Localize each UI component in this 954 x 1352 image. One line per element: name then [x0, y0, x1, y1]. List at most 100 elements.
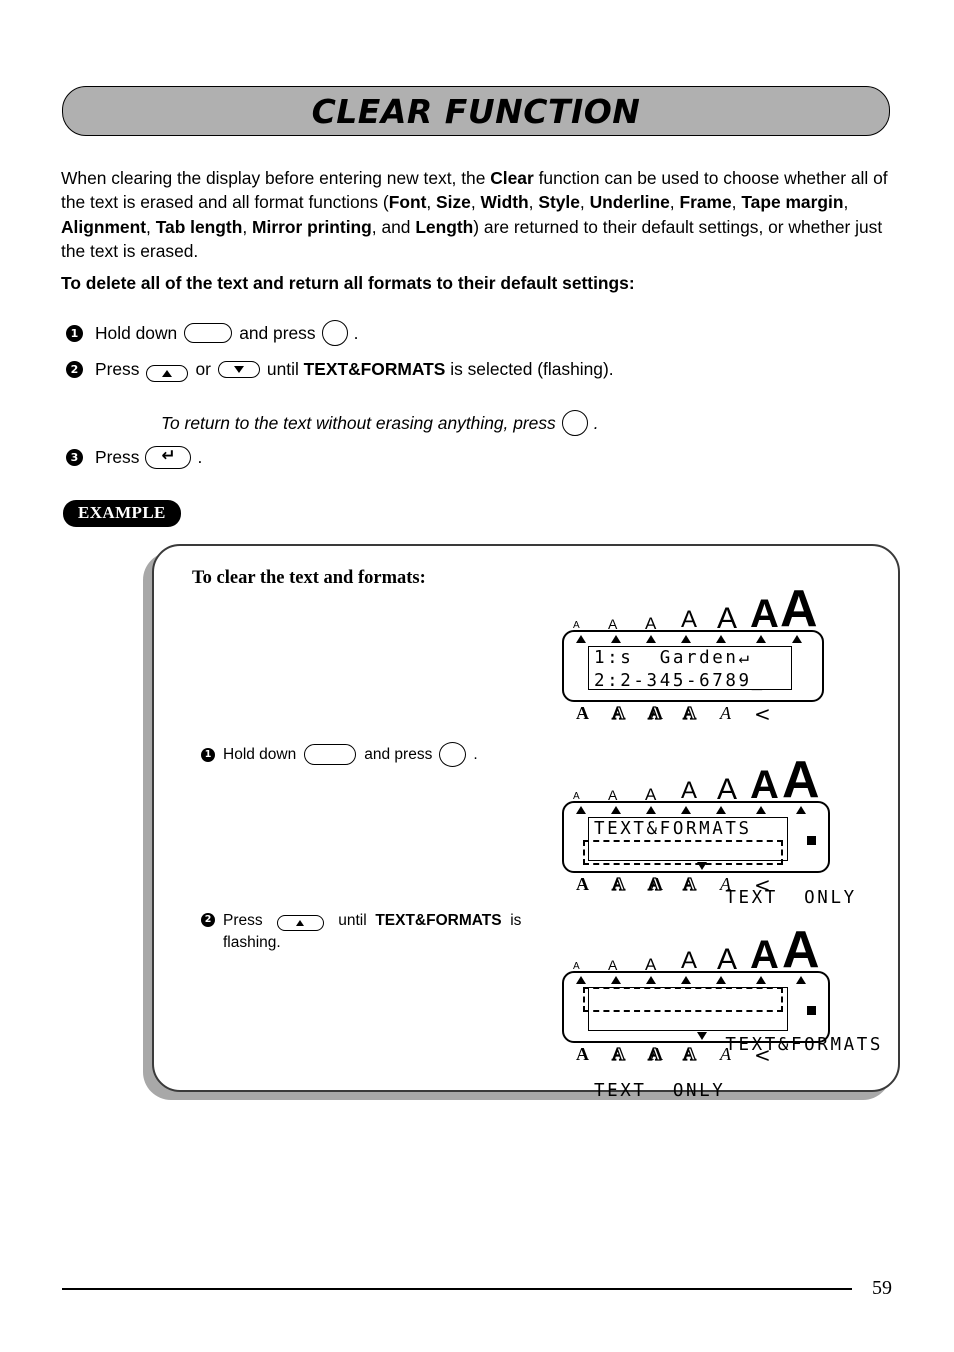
- size-indicator-6: A: [750, 591, 779, 636]
- size-indicator-3: A: [645, 613, 657, 633]
- clear-key-icon[interactable]: [439, 742, 467, 767]
- example-step-1-text-c: .: [473, 745, 478, 763]
- size-indicator-5: A: [717, 942, 738, 976]
- example-heading: To clear the text and formats:: [192, 568, 426, 588]
- lcd-line-1-label: 1:: [594, 648, 621, 668]
- size-indicator-6: A: [750, 762, 779, 807]
- style-indicator-shadow: A: [647, 1044, 661, 1064]
- clear-key-icon[interactable]: [561, 410, 588, 436]
- size-indicator-7: A: [782, 921, 820, 980]
- format-tab-length: Tab length: [155, 216, 243, 237]
- clear-bold: Clear: [490, 168, 534, 188]
- code-key-icon[interactable]: [304, 744, 357, 765]
- style-indicator-outline-shadow: A: [682, 1044, 696, 1064]
- example-step-2-text-c: is: [510, 912, 522, 929]
- lcd-marker-4: [681, 635, 691, 643]
- lcd-marker-7: [796, 806, 806, 814]
- size-indicator-4: A: [681, 606, 698, 634]
- size-indicator-6: A: [750, 932, 779, 977]
- lcd-marker-4: [681, 976, 691, 984]
- step-2: 2 Press or until TEXT&FORMATS is selecte…: [66, 359, 614, 382]
- style-indicator-outline-shadow: A: [682, 874, 696, 894]
- example-badge: EXAMPLE: [63, 500, 181, 527]
- lcd-marker-6: [756, 635, 766, 643]
- lcd-line-1-text: s Garden↵: [620, 648, 752, 668]
- size-indicator-1: A: [573, 791, 580, 803]
- lcd-marker-6: [756, 976, 766, 984]
- lcd-marker-4: [681, 806, 691, 814]
- step-1-text-b: and press: [239, 322, 316, 343]
- example-step-1-text-b: and press: [364, 745, 433, 763]
- lcd-line-2-label: 2:: [594, 671, 621, 691]
- lcd-line-2: TEXT ONLY: [594, 1081, 726, 1101]
- intro-text-a: When clearing the display before enterin…: [61, 168, 491, 188]
- step-3: 3 Press ↵ .: [66, 446, 202, 469]
- arrow-up-key-icon[interactable]: [276, 914, 324, 931]
- style-indicator-outline: A: [611, 703, 625, 723]
- style-indicator-normal: A: [576, 1044, 589, 1064]
- lcd-frame: TEXT&FORMATS TEXT ONLY: [562, 801, 854, 908]
- step-1-text-a: Hold down: [95, 322, 178, 343]
- lcd-marker-1: [576, 806, 586, 814]
- lcd-frame: 1:s Garden↵ 2:2-345-6789_: [562, 630, 824, 702]
- clear-key-icon[interactable]: [321, 320, 348, 346]
- style-indicator-normal: A: [576, 703, 589, 723]
- style-indicator-shadow: A: [647, 874, 661, 894]
- step-2-text-d: is selected (flashing).: [450, 359, 614, 379]
- lcd-marker-6: [756, 806, 766, 814]
- intro-paragraph: When clearing the display before enterin…: [61, 168, 888, 261]
- lcd-display-2: A A A A A A A TEXT&FORMATS TEXT ONLY A A…: [562, 755, 854, 908]
- style-indicator-outline-shadow: A: [682, 703, 696, 723]
- size-indicator-7: A: [780, 580, 818, 639]
- style-indicator-arrow: <: [754, 873, 771, 897]
- lcd-style-indicators: A A A A A <: [562, 1044, 830, 1067]
- lcd-text-area: 1:s Garden↵ 2:2-345-6789_: [588, 646, 792, 691]
- footer-divider: [62, 1288, 852, 1290]
- size-indicator-4: A: [681, 777, 698, 805]
- lcd-marker-5: [716, 806, 726, 814]
- style-indicator-italic: A: [720, 874, 731, 894]
- page-title-banner: CLEAR FUNCTION: [62, 86, 890, 136]
- step-3-text-a: Press: [95, 447, 140, 467]
- step-2-text-c: until: [266, 359, 299, 379]
- size-indicator-2: A: [608, 616, 618, 633]
- size-indicator-3: A: [645, 784, 657, 804]
- lcd-text-area: TEXT&FORMATS TEXT ONLY: [583, 817, 854, 908]
- example-step-2-bold-term: TEXT&FORMATS: [375, 912, 502, 929]
- style-indicator-shadow: A: [647, 703, 661, 723]
- step-1: 1 Hold down and press .: [66, 320, 358, 346]
- format-frame: Frame: [679, 192, 732, 213]
- step-2-bold-term: TEXT&FORMATS: [303, 359, 446, 379]
- note-text-a: To return to the text without erasing an…: [161, 412, 556, 433]
- lcd-marker-1: [576, 635, 586, 643]
- example-step-2-text: Press until TEXT&FORMATS is flashing.: [223, 910, 523, 954]
- code-key-icon[interactable]: [184, 323, 233, 343]
- return-key-icon[interactable]: ↵: [145, 446, 192, 469]
- lcd-cursor-block: [807, 836, 816, 845]
- size-indicator-1: A: [573, 961, 580, 973]
- triangle-up-icon: [162, 370, 173, 377]
- example-step-2-text-a: Press: [223, 912, 263, 929]
- arrow-up-key-icon[interactable]: [146, 365, 189, 382]
- example-step-1: 1 Hold down and press .: [201, 742, 478, 767]
- step-2-text-a: Press: [95, 359, 140, 379]
- style-indicator-italic: A: [720, 703, 731, 723]
- style-indicator-arrow: <: [754, 702, 771, 726]
- format-size: Size: [436, 192, 471, 213]
- flashing-selection-box: [583, 987, 783, 1012]
- lcd-bottom-marker: [697, 1032, 707, 1040]
- size-indicator-3: A: [645, 954, 657, 974]
- style-indicator-outline: A: [611, 1044, 625, 1064]
- lcd-line-1: TEXT&FORMATS: [594, 819, 752, 839]
- arrow-down-key-icon[interactable]: [217, 361, 260, 378]
- triangle-down-icon: [233, 366, 244, 373]
- lcd-frame: TEXT&FORMATS TEXT ONLY: [562, 971, 880, 1101]
- lcd-size-indicators: A A A A A A A: [562, 755, 830, 807]
- lcd-display-1: A A A A A A A 1:s Garden↵ 2:2-345-6789_: [562, 580, 824, 726]
- lcd-bottom-marker: [697, 862, 707, 870]
- lcd-size-indicators: A A A A A A A: [562, 580, 824, 639]
- return-note: To return to the text without erasing an…: [161, 410, 599, 436]
- step-2-text-b: or: [195, 359, 211, 379]
- format-underline: Underline: [589, 192, 670, 213]
- example-step-2: 2 Press until TEXT&FORMATS is flashing.: [201, 910, 523, 954]
